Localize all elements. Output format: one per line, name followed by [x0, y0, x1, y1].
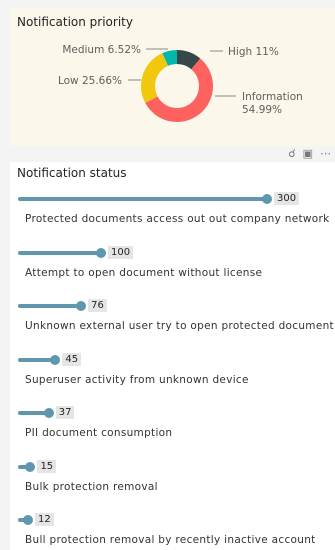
bar-end-dot[interactable]	[22, 515, 33, 525]
bar-value-label: 76	[88, 299, 107, 312]
priority-chart-panel: Notification priority High 11% Informatio…	[10, 8, 335, 146]
bar[interactable]	[18, 197, 267, 201]
donut-data-label: Low 25.66%	[58, 75, 122, 87]
bar[interactable]	[18, 250, 101, 255]
donut-data-label: Information	[242, 91, 303, 103]
bar-category-label: PII document consumption	[25, 427, 173, 439]
bar-category-label: Unknown external user try to open protec…	[25, 320, 334, 332]
focus-mode-icon[interactable]: ▣	[303, 147, 313, 161]
bar-value-label: 300	[274, 192, 300, 205]
bar-value-label: 12	[34, 513, 54, 526]
visual-toolbar: ☌ ▣ ⋯	[288, 146, 331, 162]
donut-data-label: High 11%	[228, 46, 279, 58]
bar-end-dot[interactable]	[262, 194, 272, 204]
donut-data-label: Medium 6.52%	[62, 44, 141, 56]
bar-end-dot[interactable]	[25, 461, 36, 472]
bar-category-label: Bull protection removal by recently inac…	[25, 534, 316, 546]
status-chart-panel: Notification status 300 Protected documen…	[10, 162, 335, 550]
bar-category-label: Bulk protection removal	[25, 480, 158, 493]
bar-category-label: Protected documents access out out compa…	[25, 213, 330, 225]
more-options-icon[interactable]: ⋯	[320, 147, 331, 161]
bar-end-dot[interactable]	[76, 301, 87, 311]
bar-value-label: 100	[108, 245, 134, 259]
bar-value-label: 15	[37, 459, 57, 473]
donut-slice-low[interactable]	[141, 53, 169, 103]
bar-end-dot[interactable]	[43, 408, 54, 418]
chart-title: Notification status	[17, 166, 127, 180]
bar-value-label: 37	[55, 406, 75, 419]
donut-data-label: 54.99%	[242, 104, 282, 116]
bar[interactable]	[18, 304, 82, 308]
bar-end-dot[interactable]	[96, 247, 106, 258]
pin-icon[interactable]: ☌	[288, 147, 295, 161]
donut-chart: High 11% Information54.99% Low 25.66% Mediu…	[58, 44, 303, 122]
bar-end-dot[interactable]	[50, 354, 61, 365]
bar-category-label: Superuser activity from unknown device	[25, 373, 249, 386]
bar-value-label: 45	[62, 352, 82, 366]
bar-category-label: Attempt to open document without license	[25, 266, 263, 279]
